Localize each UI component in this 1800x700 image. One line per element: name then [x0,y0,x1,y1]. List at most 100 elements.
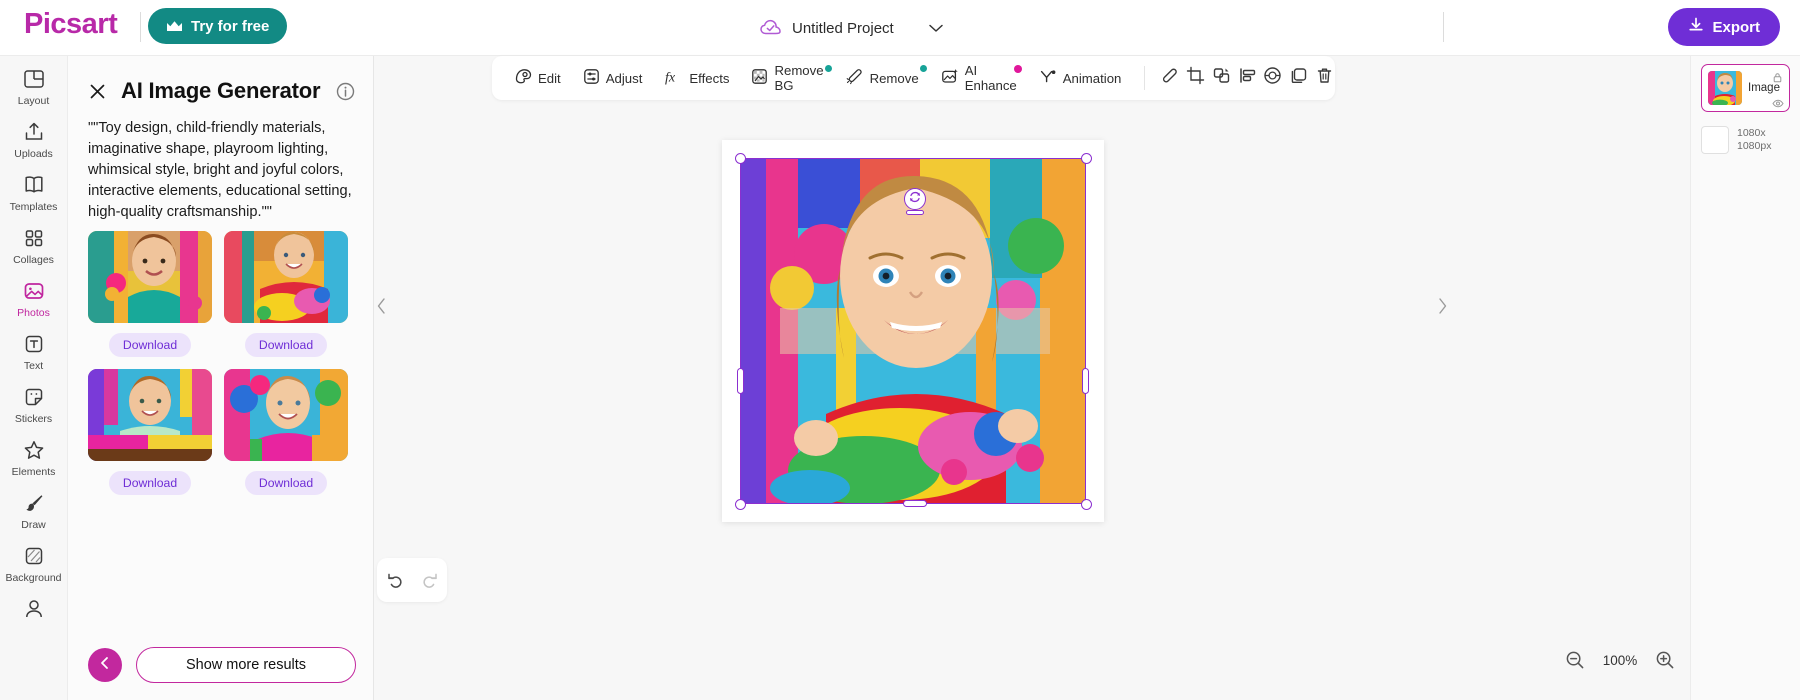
fx-icon: fx [664,68,683,88]
canvas-next-arrow[interactable] [1432,296,1452,316]
project-title-group: Untitled Project [760,10,944,46]
sidebar-item-layout[interactable]: Layout [0,66,68,118]
layer-item-image[interactable]: Image [1701,64,1790,112]
toolbar-remove[interactable]: Remove [837,62,928,94]
sidebar-item-text[interactable]: Text [0,331,68,383]
canvas-size-row: 1080x 1080px [1701,120,1790,160]
toolbar-ai-enhance[interactable]: AI Enhance [932,62,1026,94]
toolbar-divider [1144,66,1145,90]
remove-eraser-icon [846,68,864,88]
tool-eraser[interactable] [1159,62,1181,94]
info-circle-icon[interactable] [336,82,355,101]
redo-icon[interactable] [421,571,439,589]
chevron-left-icon [98,656,112,675]
toolbar-edit[interactable]: Edit [506,62,570,94]
resize-handle-tl[interactable] [735,153,746,164]
resize-handle-tr[interactable] [1081,153,1092,164]
toolbar-effects[interactable]: fx Effects [655,62,738,94]
animation-icon [1039,68,1057,88]
background-hatch-icon [23,543,45,569]
picsart-logo[interactable]: Picsart [24,8,117,41]
panel-header: AI Image Generator [68,56,373,104]
toolbar-animation[interactable]: Animation [1030,62,1131,94]
results-row-1: Download [88,231,357,369]
resize-handle-left[interactable] [737,368,744,394]
divider [140,12,141,42]
ai-enhance-icon [941,68,959,88]
download-icon [1688,17,1704,37]
sidebar-label: Background [5,573,61,584]
undo-icon[interactable] [386,571,404,589]
chevron-down-icon[interactable] [928,23,944,33]
toolbar-ai-enhance-label: AI Enhance [965,63,1017,93]
canvas-size-swatch[interactable] [1701,126,1729,154]
download-button-2[interactable]: Download [245,333,327,357]
zoom-out-icon[interactable] [1565,650,1585,670]
result-thumbnail-1[interactable] [88,231,212,323]
sidebar-item-photos[interactable]: Photos [0,278,68,330]
project-title[interactable]: Untitled Project [792,20,894,37]
export-button[interactable]: Export [1668,8,1780,46]
eye-icon[interactable] [1772,96,1784,114]
results-row-2: Download [88,369,357,507]
sidebar-item-background[interactable]: Background [0,543,68,595]
resize-handle-right[interactable] [1082,368,1089,394]
lock-icon[interactable] [1772,70,1784,88]
eraser-icon [1160,66,1179,90]
resize-handle-bl[interactable] [735,499,746,510]
sidebar-label: Text [24,361,43,372]
toolbar-animation-label: Animation [1063,71,1122,86]
close-icon[interactable] [88,82,107,101]
zoom-level[interactable]: 100% [1601,653,1639,668]
rotate-stem [906,210,924,215]
tool-align[interactable] [1236,62,1258,94]
tool-arrange[interactable] [1210,62,1232,94]
download-button-4[interactable]: Download [245,471,327,495]
sidebar-label: Layout [18,96,50,107]
sidebar-item-collages[interactable]: Collages [0,225,68,277]
resize-handle-br[interactable] [1081,499,1092,510]
zoom-in-icon[interactable] [1655,650,1675,670]
download-button-3[interactable]: Download [109,471,191,495]
sidebar-item-elements[interactable]: Elements [0,437,68,489]
picsart-editor: Picsart Try for free Untitled Project [0,0,1800,700]
sidebar-label: Photos [17,308,50,319]
cloud-check-icon [760,19,782,37]
templates-book-icon [23,172,45,198]
remove-bg-icon [751,68,768,88]
tool-duplicate[interactable] [1288,62,1310,94]
download-button-1[interactable]: Download [109,333,191,357]
sidebar-item-templates[interactable]: Templates [0,172,68,224]
result-thumbnail-2[interactable] [224,231,348,323]
align-icon [1238,66,1257,90]
back-button[interactable] [88,648,122,682]
sidebar-item-stickers[interactable]: Stickers [0,384,68,436]
try-for-free-button[interactable]: Try for free [148,8,287,44]
layers-panel: Image 1080x 1080px [1690,56,1800,700]
result-thumbnail-4[interactable] [224,369,348,461]
show-more-results-button[interactable]: Show more results [136,647,356,683]
trash-icon [1315,66,1334,90]
star-icon [23,437,45,463]
opacity-icon [1263,66,1282,90]
status-badge-pink [1014,65,1022,73]
sidebar-label: Templates [10,202,58,213]
canvas-prev-arrow[interactable] [372,296,392,316]
tool-delete[interactable] [1313,62,1335,94]
tool-opacity[interactable] [1262,62,1284,94]
tool-crop[interactable] [1185,62,1207,94]
rotate-handle[interactable] [904,188,926,210]
stickers-icon [23,384,45,410]
prompt-text: ""Toy design, child-friendly materials, … [68,104,373,223]
toolbar-adjust[interactable]: Adjust [574,62,652,94]
sidebar-item-draw[interactable]: Draw [0,490,68,542]
result-thumbnail-3[interactable] [88,369,212,461]
sidebar-item-uploads[interactable]: Uploads [0,119,68,171]
ai-image-generator-panel: AI Image Generator ""Toy design, child-f… [68,56,374,700]
toolbar-remove-bg[interactable]: Remove BG [742,62,832,94]
download-wrap-3: Download [88,471,212,495]
canvas-size-text: 1080x 1080px [1737,127,1771,153]
toolbar-remove-bg-label: Remove BG [774,63,823,93]
resize-handle-bottom[interactable] [903,500,927,507]
sidebar-item-overflow[interactable] [0,596,68,648]
